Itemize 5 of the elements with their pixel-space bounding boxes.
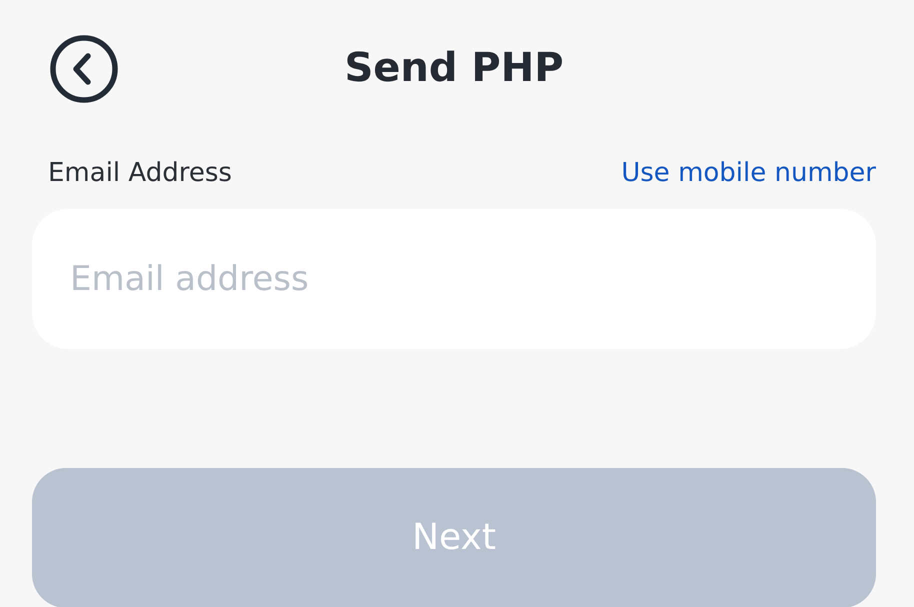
mobile-number-link[interactable]: Use mobile number xyxy=(621,154,876,193)
field-label: Email Address xyxy=(48,157,232,190)
back-button[interactable] xyxy=(48,34,120,104)
email-field[interactable]: Email address xyxy=(32,209,876,349)
page-title: Send PHP xyxy=(344,44,564,88)
